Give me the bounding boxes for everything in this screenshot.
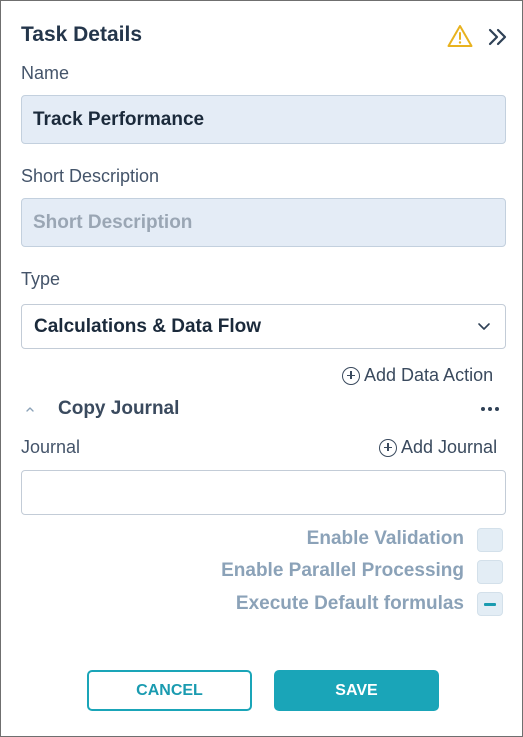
short-description-label: Short Description: [21, 166, 160, 186]
short-description-input[interactable]: Short Description: [21, 198, 506, 247]
enable-parallel-processing-label: Enable Parallel Processing: [221, 560, 464, 581]
type-label: Type: [21, 269, 61, 289]
type-select[interactable]: Calculations & Data Flow: [21, 304, 506, 349]
more-options-icon[interactable]: [480, 405, 500, 413]
task-details-panel: Task Details Name Track Performance Shor…: [0, 0, 523, 737]
enable-validation-label: Enable Validation: [306, 528, 464, 549]
add-data-action-button[interactable]: Add Data Action: [342, 365, 493, 386]
chevron-up-icon[interactable]: [25, 405, 35, 413]
name-input[interactable]: Track Performance: [21, 95, 506, 144]
add-data-action-label: Add Data Action: [364, 365, 494, 385]
clipped-content: [21, 627, 111, 637]
save-button[interactable]: SAVE: [274, 670, 439, 711]
execute-default-formulas-checkbox[interactable]: [477, 592, 503, 616]
journal-input[interactable]: [21, 470, 506, 515]
enable-validation-checkbox[interactable]: [477, 528, 503, 552]
type-select-value: Calculations & Data Flow: [34, 316, 261, 337]
double-chevron-right-icon[interactable]: [486, 26, 508, 48]
warning-icon[interactable]: [447, 24, 473, 48]
cancel-button[interactable]: CANCEL: [87, 670, 252, 711]
add-journal-button[interactable]: Add Journal: [379, 437, 497, 458]
add-circle-icon: [342, 366, 360, 385]
add-circle-icon: [379, 438, 397, 457]
enable-parallel-processing-checkbox[interactable]: [477, 560, 503, 584]
chevron-down-icon: [478, 323, 490, 330]
name-label: Name: [21, 63, 70, 83]
panel-title: Task Details: [21, 23, 143, 46]
execute-default-formulas-label: Execute Default formulas: [235, 593, 464, 614]
section-title: Copy Journal: [58, 398, 180, 419]
journal-label: Journal: [21, 437, 81, 457]
add-journal-label: Add Journal: [401, 437, 498, 457]
